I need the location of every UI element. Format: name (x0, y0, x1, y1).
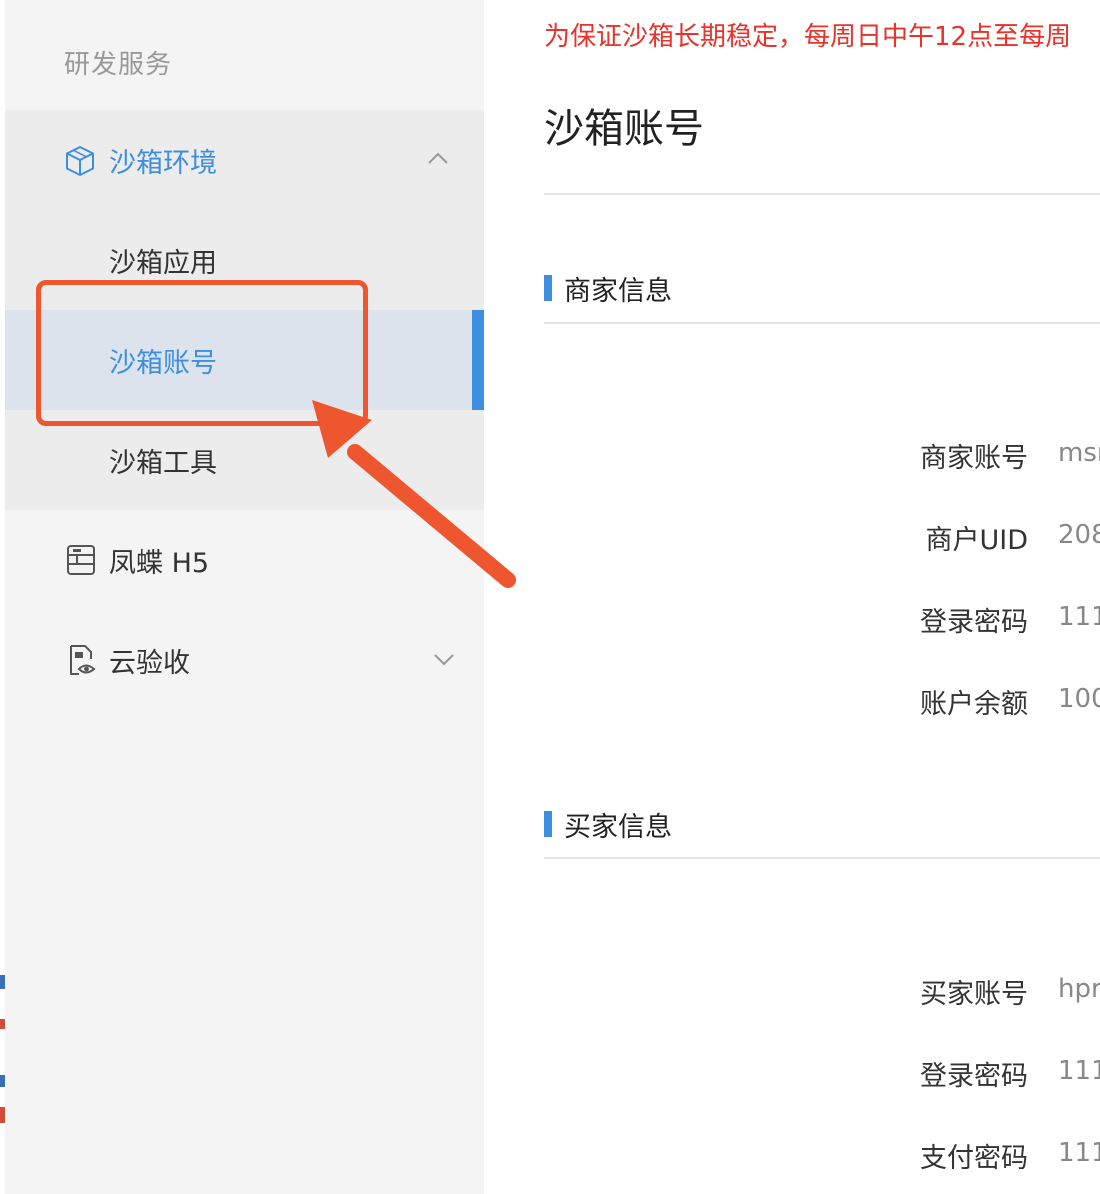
sidebar-item-label: 沙箱账号 (109, 348, 217, 379)
section-divider (544, 322, 1100, 324)
merchant-account-field: 商家账号 msr (850, 436, 1100, 476)
buyer-pay-password-field: 支付密码 111 (850, 1136, 1100, 1176)
merchant-password-field: 登录密码 111 (850, 600, 1100, 640)
field-value: hpr (1058, 974, 1100, 1004)
title-divider (544, 193, 1100, 195)
active-indicator (472, 310, 484, 410)
sidebar-item-label: 沙箱应用 (109, 248, 217, 279)
sidebar-item-label: 沙箱环境 (109, 148, 217, 179)
section-title: 商家信息 (564, 275, 672, 307)
maintenance-notice: 为保证沙箱长期稳定，每周日中午12点至每周 (544, 22, 1072, 52)
field-value: 208 (1058, 520, 1100, 550)
page-title: 沙箱账号 (544, 106, 704, 152)
field-value: 111 (1058, 1138, 1100, 1168)
chevron-up-icon[interactable] (425, 146, 451, 172)
field-label: 登录密码 (920, 1061, 1028, 1092)
section-title: 买家信息 (564, 811, 672, 843)
section-divider (544, 857, 1100, 859)
edge-artifact (0, 975, 5, 1135)
section-marker (544, 275, 552, 301)
field-label: 登录密码 (920, 607, 1028, 638)
buyer-account-field: 买家账号 hpr (850, 972, 1100, 1012)
field-value: 111 (1058, 602, 1100, 632)
doc-eye-icon (65, 643, 99, 677)
field-label: 支付密码 (920, 1143, 1028, 1174)
cube-icon (63, 144, 97, 178)
sidebar-item-cloud-acceptance[interactable]: 云验收 (5, 610, 484, 710)
sidebar-item-sandbox-account[interactable]: 沙箱账号 (5, 310, 484, 410)
field-value: 100 (1058, 684, 1100, 714)
buyer-section-header: 买家信息 (544, 810, 672, 843)
field-label: 账户余额 (920, 689, 1028, 720)
sidebar-item-label: 沙箱工具 (109, 448, 217, 479)
sidebar-item-sandbox-env[interactable]: 沙箱环境 (5, 110, 484, 210)
sidebar: 研发服务 沙箱环境 沙箱应用 沙箱账号 沙箱工具 凤蝶 H5 云验收 (0, 0, 484, 1194)
field-label: 买家账号 (920, 979, 1028, 1010)
merchant-balance-field: 账户余额 100 (850, 682, 1100, 722)
section-marker (544, 811, 552, 837)
chevron-down-icon[interactable] (431, 646, 457, 672)
sidebar-item-sandbox-tools[interactable]: 沙箱工具 (5, 410, 484, 510)
buyer-password-field: 登录密码 111 (850, 1054, 1100, 1094)
sidebar-item-sandbox-app[interactable]: 沙箱应用 (5, 210, 484, 310)
field-value: 111 (1058, 1056, 1100, 1086)
sidebar-section-title: 研发服务 (64, 50, 173, 80)
merchant-uid-field: 商户UID 208 (850, 518, 1100, 558)
merchant-section-header: 商家信息 (544, 274, 672, 307)
sidebar-item-fengdie-h5[interactable]: 凤蝶 H5 (5, 510, 484, 610)
field-label: 商家账号 (920, 443, 1028, 474)
sidebar-item-label: 云验收 (109, 648, 190, 679)
field-value: msr (1058, 438, 1100, 468)
sidebar-item-label: 凤蝶 H5 (109, 548, 210, 579)
layout-icon (65, 543, 99, 577)
field-label: 商户UID (925, 525, 1028, 556)
